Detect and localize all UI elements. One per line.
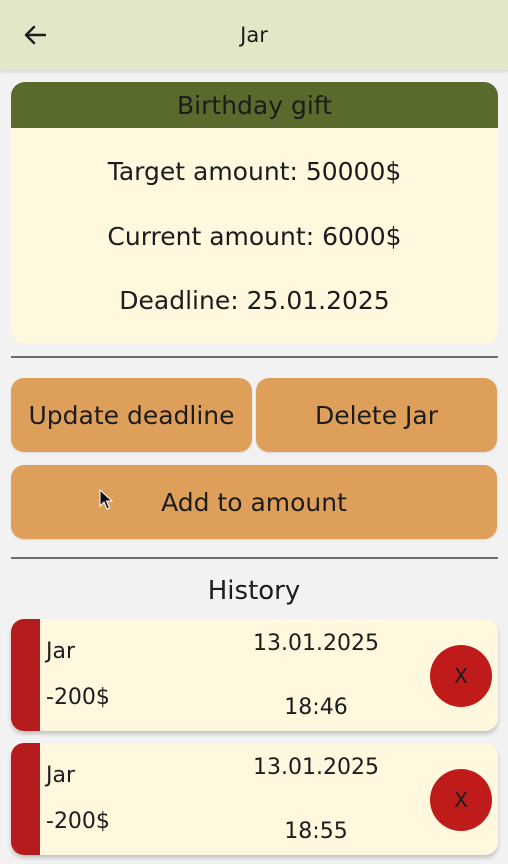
add-to-amount-button[interactable]: Add to amount xyxy=(11,465,497,539)
status-stripe xyxy=(11,743,40,855)
status-stripe xyxy=(11,619,40,731)
history-item-amount: -200$ xyxy=(46,685,110,710)
delete-history-button[interactable]: X xyxy=(430,769,492,831)
history-title: History xyxy=(207,576,301,606)
app-bar: Jar xyxy=(0,0,508,70)
history-item-date: 13.01.2025 xyxy=(253,755,379,780)
page-title: Jar xyxy=(240,23,268,47)
jar-name: Birthday gift xyxy=(11,82,498,128)
delete-jar-button[interactable]: Delete Jar xyxy=(256,378,497,452)
deadline: Deadline: 25.01.2025 xyxy=(119,286,390,315)
history-item-date: 13.01.2025 xyxy=(253,631,379,656)
update-deadline-button[interactable]: Update deadline xyxy=(11,378,252,452)
mouse-cursor-icon xyxy=(99,489,113,510)
history-item-amount: -200$ xyxy=(46,809,110,834)
delete-history-button[interactable]: X xyxy=(430,645,492,707)
jar-card: Birthday gift Target amount: 50000$ Curr… xyxy=(11,82,498,344)
history-item-time: 18:55 xyxy=(284,819,348,844)
current-amount: Current amount: 6000$ xyxy=(107,222,402,251)
divider xyxy=(11,557,498,559)
history-item-name: Jar xyxy=(46,763,76,788)
divider xyxy=(11,356,498,358)
history-item-name: Jar xyxy=(46,639,76,664)
history-item-time: 18:46 xyxy=(284,695,348,720)
history-item: Jar -200$ 13.01.2025 18:55 X xyxy=(11,743,498,855)
target-amount: Target amount: 50000$ xyxy=(107,157,402,186)
history-item: Jar -200$ 13.01.2025 18:46 X xyxy=(11,619,498,731)
